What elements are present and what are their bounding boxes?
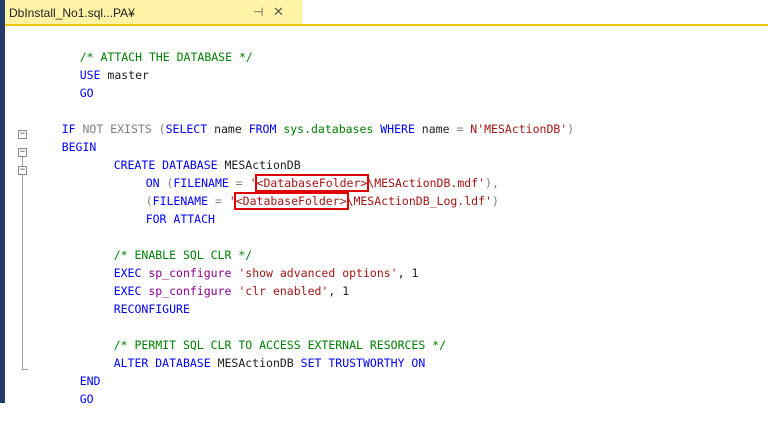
- code-line-3: GO: [52, 66, 94, 100]
- document-tab[interactable]: DbInstall_No1.sql...PA¥ ⊣ ✕: [5, 0, 302, 26]
- database-folder-placeholder: <DatabaseFolder>: [233, 192, 349, 210]
- code-line-15: RECONFIGURE: [86, 282, 190, 316]
- code-line-19: END: [52, 354, 101, 388]
- identifier: master: [100, 68, 149, 82]
- collapse-create-icon[interactable]: −: [18, 166, 27, 175]
- code-line-12: /* ENABLE SQL CLR */: [86, 228, 252, 262]
- keyword: GO: [79, 86, 94, 100]
- fold-guide: [22, 175, 23, 369]
- keyword: ALTER DATABASE: [113, 356, 211, 370]
- collapse-begin-icon[interactable]: −: [18, 148, 27, 157]
- fold-guide-end: [22, 369, 28, 370]
- code-line-17: /* PERMIT SQL CLR TO ACCESS EXTERNAL RES…: [86, 318, 446, 352]
- keyword: FROM: [248, 122, 277, 136]
- close-icon[interactable]: ✕: [273, 4, 284, 20]
- keyword: WHERE: [380, 122, 415, 136]
- code-line-13: EXEC sp_configure 'show advanced options…: [86, 246, 419, 280]
- code-line-18: ALTER DATABASE MESActionDB SET TRUSTWORT…: [86, 336, 426, 370]
- pin-icon[interactable]: ⊣: [253, 5, 263, 19]
- identifier: name: [207, 122, 249, 136]
- punct: ): [491, 194, 499, 208]
- code-line-1: /* ATTACH THE DATABASE */: [52, 30, 253, 64]
- keyword: FOR ATTACH: [145, 212, 215, 226]
- tab-title: DbInstall_No1.sql...PA¥: [9, 6, 135, 20]
- keyword: SET TRUSTWORTHY ON: [300, 356, 426, 370]
- code-line-7: CREATE DATABASE MESActionDB: [86, 138, 301, 172]
- value: , 1: [328, 284, 350, 298]
- code-line-5: IF NOT EXISTS (SELECT name FROM sys.data…: [34, 102, 574, 136]
- tab-strip: [302, 0, 768, 26]
- editor-gutter: − − −: [5, 26, 35, 403]
- code-line-8: ON (FILENAME = '<DatabaseFolder>\MESActi…: [118, 156, 499, 192]
- string: ': [228, 194, 236, 208]
- fold-guide: [22, 157, 23, 166]
- keyword: SELECT: [165, 122, 208, 136]
- identifier: sys.databases: [276, 122, 381, 136]
- code-line-9: (FILENAME = '<DatabaseFolder>\MESActionD…: [118, 174, 499, 210]
- code-line-2: USE master: [52, 48, 149, 82]
- keyword: RECONFIGURE: [113, 302, 190, 316]
- punct: (: [158, 122, 166, 136]
- code-line-10: FOR ATTACH: [118, 192, 215, 226]
- keyword: GO: [79, 392, 94, 406]
- code-line-14: EXEC sp_configure 'clr enabled', 1: [86, 264, 349, 298]
- string: \MESActionDB_Log.ldf': [346, 194, 492, 208]
- identifier: name: [414, 122, 457, 136]
- value: , 1: [397, 266, 419, 280]
- string: 'clr enabled': [238, 284, 329, 298]
- collapse-if-icon[interactable]: −: [18, 130, 27, 139]
- string: N'MESActionDB': [463, 122, 568, 136]
- identifier: MESActionDB: [210, 356, 301, 370]
- punct: ): [567, 122, 575, 136]
- code-line-6: BEGIN: [34, 120, 97, 154]
- code-line-20: GO: [52, 372, 94, 406]
